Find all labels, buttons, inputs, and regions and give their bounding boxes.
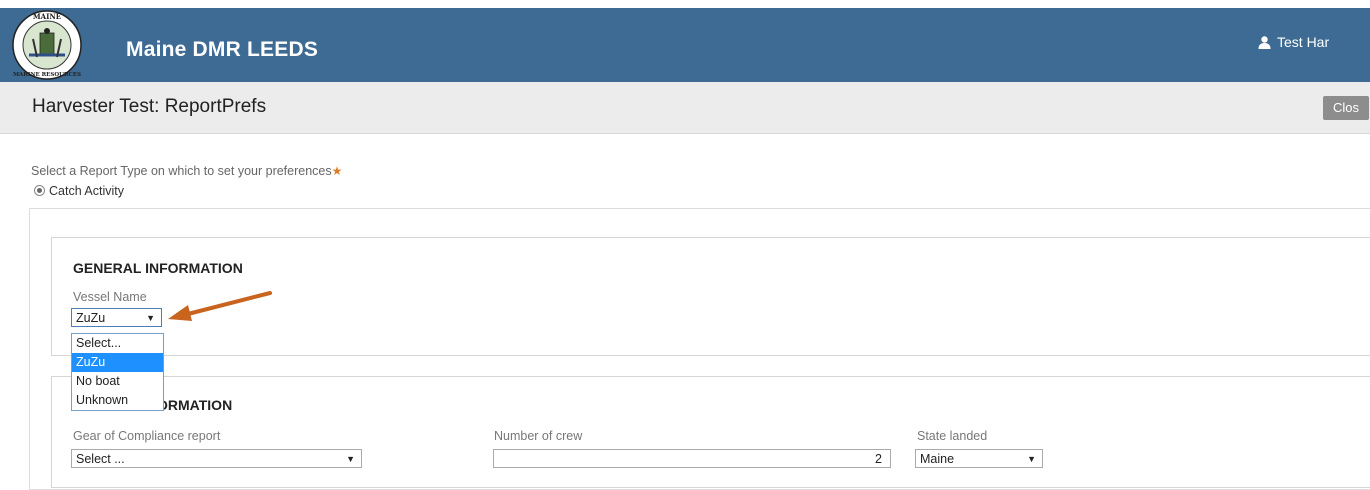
required-star-icon: ★ xyxy=(331,164,343,178)
catch-activity-radio[interactable] xyxy=(34,185,45,196)
gear-label: Gear of Compliance report xyxy=(73,429,221,443)
gear-value: Select ... xyxy=(76,452,125,466)
vessel-name-value: ZuZu xyxy=(76,311,106,325)
user-name: Test Har xyxy=(1277,34,1330,50)
vessel-name-dropdown-list: Select... ZuZu No boat Unknown xyxy=(71,333,164,411)
app-title: Maine DMR LEEDS xyxy=(126,38,319,61)
svg-text:MARINE RESOURCES: MARINE RESOURCES xyxy=(13,72,81,78)
report-type-prompt: Select a Report Type on which to set you… xyxy=(31,164,342,178)
state-landed-value: Maine xyxy=(920,452,955,466)
dropdown-caret-icon: ▼ xyxy=(146,313,155,323)
vessel-option-unknown[interactable]: Unknown xyxy=(72,391,163,410)
crew-label: Number of crew xyxy=(494,429,583,443)
dropdown-caret-icon: ▼ xyxy=(1027,454,1036,464)
report-type-prompt-text: Select a Report Type on which to set you… xyxy=(31,164,332,178)
state-landed-label: State landed xyxy=(917,429,988,443)
user-icon xyxy=(1258,36,1271,49)
user-menu[interactable]: Test Har xyxy=(1258,34,1329,50)
vessel-option-no-boat[interactable]: No boat xyxy=(72,372,163,391)
svg-text:MAINE: MAINE xyxy=(33,12,61,21)
top-bar: MAINE MARINE RESOURCES Maine DMR LEEDS T… xyxy=(0,8,1370,82)
annotation-arrow-icon xyxy=(168,291,272,321)
vessel-option-zuzu[interactable]: ZuZu xyxy=(72,353,163,372)
general-information-title: GENERAL INFORMATION xyxy=(73,260,243,276)
page-title: Harvester Test: ReportPrefs xyxy=(32,96,267,117)
gear-select[interactable]: Select ... ▼ xyxy=(71,449,362,468)
vessel-name-label: Vessel Name xyxy=(73,290,147,304)
dropdown-caret-icon: ▼ xyxy=(346,454,355,464)
trip-information-panel xyxy=(51,376,1370,488)
crew-input[interactable]: 2 xyxy=(493,449,891,468)
catch-activity-label: Catch Activity xyxy=(49,184,125,198)
state-landed-select[interactable]: Maine ▼ xyxy=(915,449,1043,468)
catch-activity-radio-row[interactable]: Catch Activity xyxy=(34,184,124,198)
page-header: Harvester Test: ReportPrefs Clos xyxy=(0,82,1370,134)
trip-information-title-visible: ORMATION xyxy=(157,397,233,413)
vessel-name-select[interactable]: ZuZu ▼ xyxy=(71,308,162,327)
maine-seal-logo: MAINE MARINE RESOURCES xyxy=(12,10,82,80)
close-button[interactable]: Clos xyxy=(1323,96,1370,120)
vessel-option-select[interactable]: Select... xyxy=(72,334,163,353)
